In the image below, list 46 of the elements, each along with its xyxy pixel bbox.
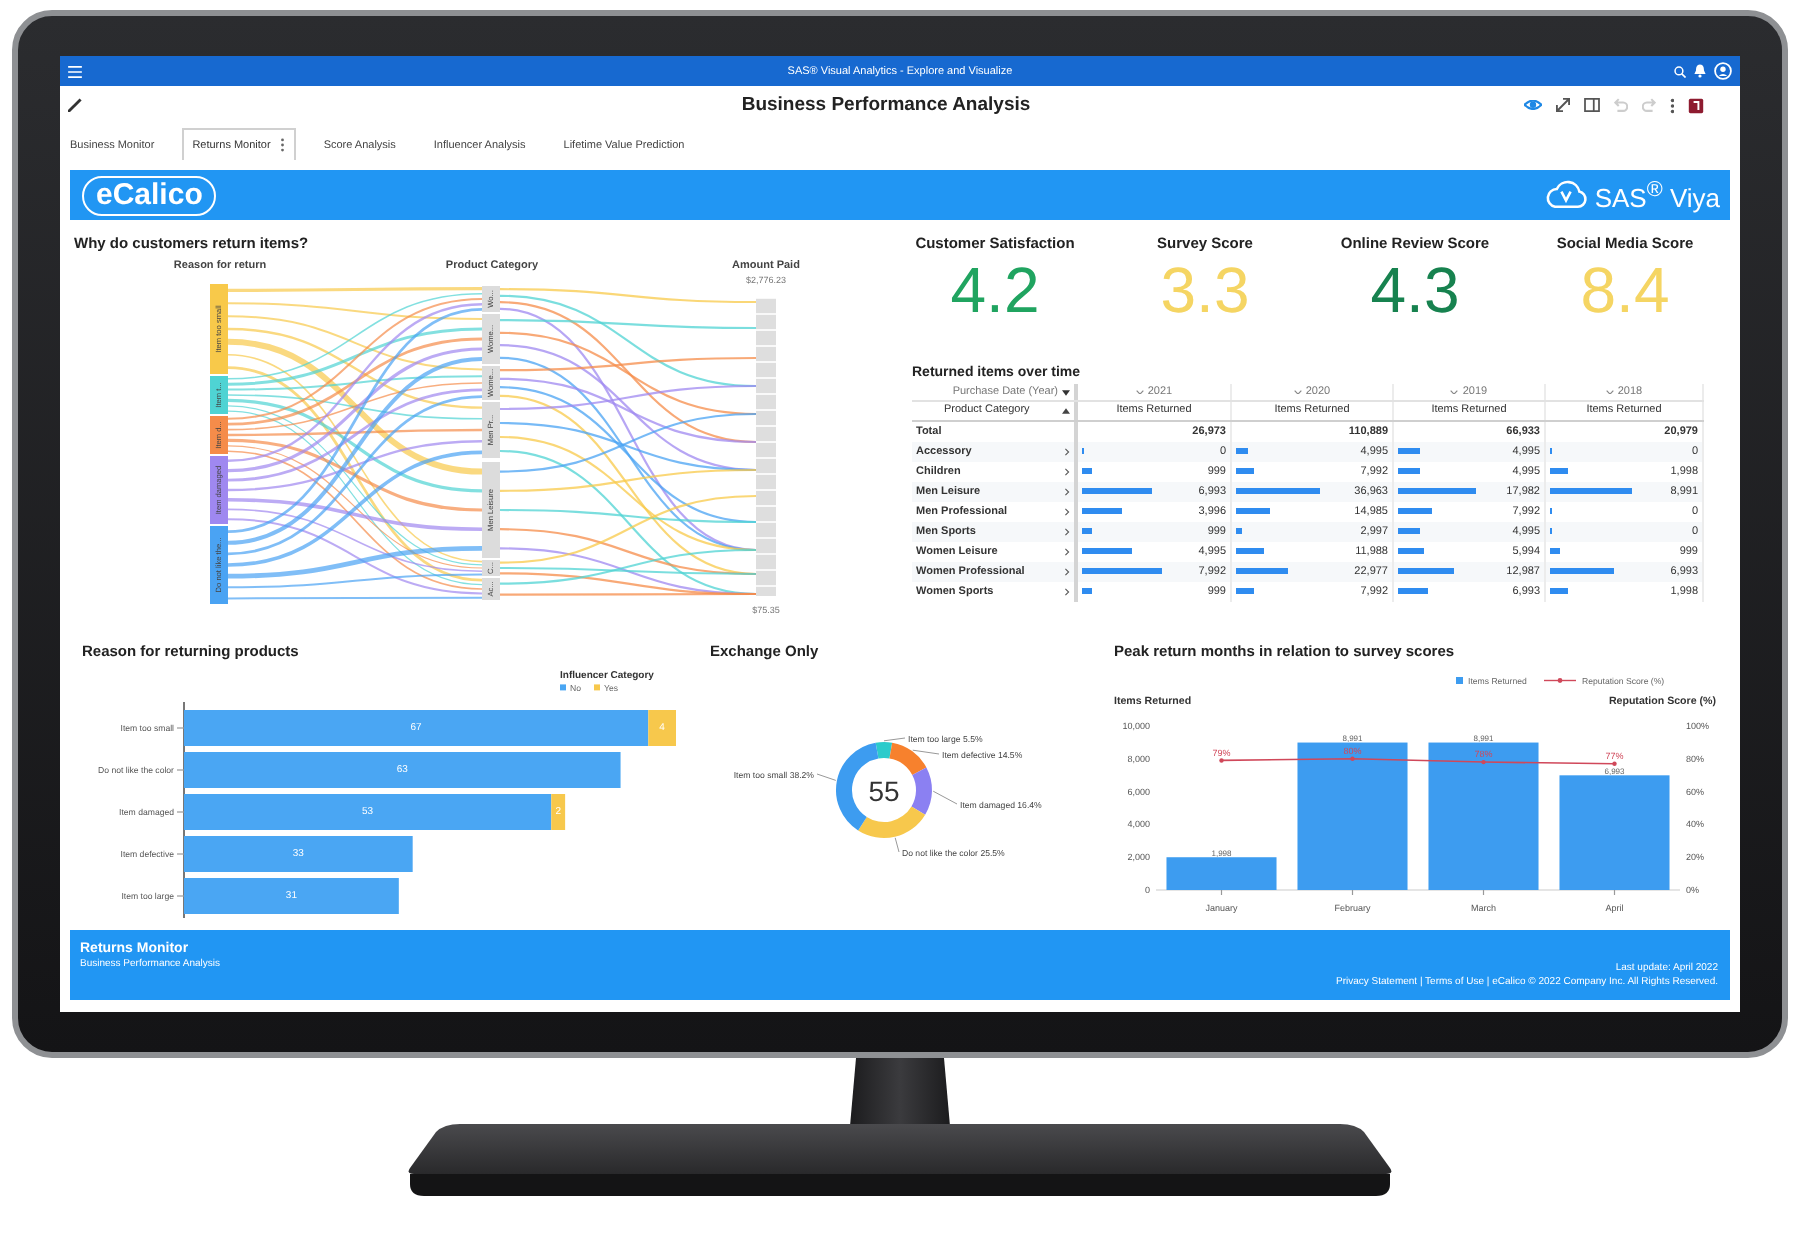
more-icon[interactable] [1669,97,1674,113]
more-icon[interactable] [280,138,286,152]
bar [1559,775,1670,890]
menu-icon[interactable] [68,65,82,77]
leader-line [932,790,958,805]
search-icon[interactable] [1674,65,1686,77]
kpi-value: 8.4 [1580,258,1670,322]
data-point [1612,761,1617,766]
logo-text: eCalico [82,175,217,215]
report-title: Business Performance Analysis [741,94,1031,116]
chevron-down-icon[interactable] [1605,389,1614,395]
caret-down-icon[interactable] [1062,389,1070,395]
eye-icon[interactable] [1523,100,1541,110]
chevron-down-icon[interactable] [1293,389,1302,395]
product-name: SAS$^{®}$ Viya [1594,176,1720,216]
bar [1166,857,1277,890]
pencil-icon[interactable] [68,98,82,112]
leader-line [816,773,837,781]
chevron-down-icon[interactable] [1135,389,1144,395]
kpi-value: 3.3 [1160,258,1250,322]
chevron-right-icon[interactable] [1064,467,1070,475]
data-point [1219,758,1224,763]
expand-icon[interactable] [1555,98,1569,112]
leader-line [883,737,906,742]
chevron-right-icon[interactable] [1064,487,1070,495]
sort-up-icon[interactable] [1062,407,1070,414]
chevron-right-icon[interactable] [1064,527,1070,535]
chevron-right-icon[interactable] [1064,447,1070,455]
sankey-node [482,578,500,600]
chevron-right-icon[interactable] [1064,567,1070,575]
data-point [1350,756,1355,761]
kpi-value: 4.3 [1370,258,1460,322]
bell-icon[interactable] [1694,64,1706,78]
kpi-value: 4.2 [950,258,1040,322]
cloud-icon [1544,178,1589,211]
chevron-down-icon[interactable] [1450,389,1459,395]
square-badge-icon[interactable] [1688,97,1704,113]
chevron-right-icon[interactable] [1064,547,1070,555]
chevron-right-icon[interactable] [1064,507,1070,515]
user-icon[interactable] [1714,62,1732,80]
leader-line [894,837,900,853]
donut-center-value: 55 [868,775,900,807]
leader-line [912,749,940,755]
chevron-right-icon[interactable] [1064,587,1070,595]
data-point [1481,759,1486,765]
panel-icon[interactable] [1583,98,1599,112]
